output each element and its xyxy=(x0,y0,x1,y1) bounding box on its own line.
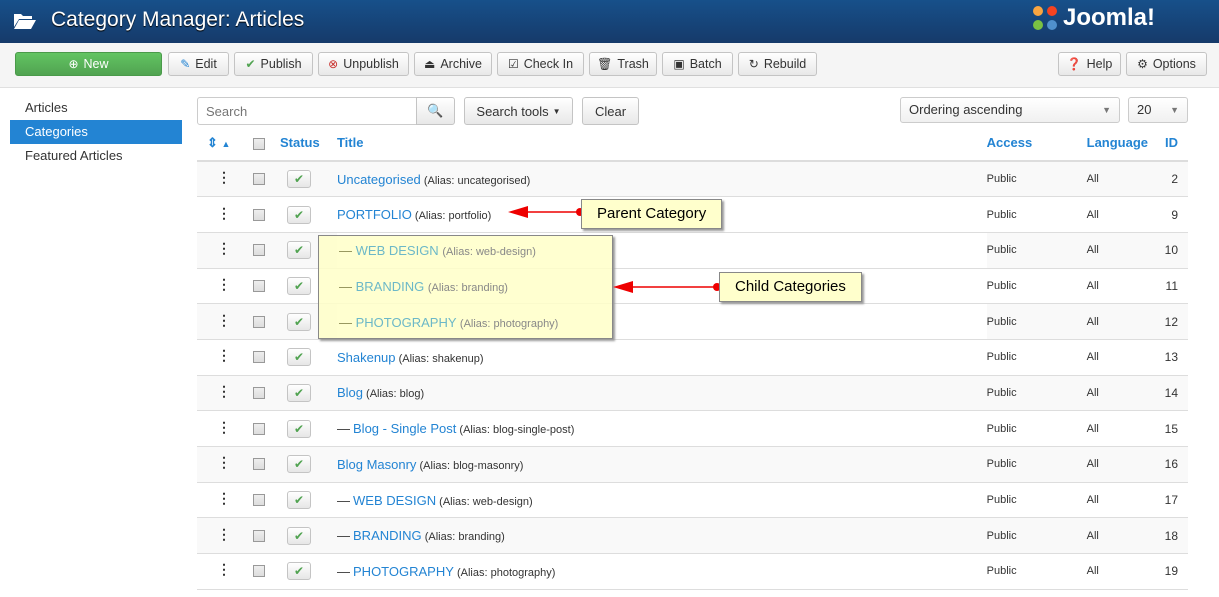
parent-category-callout: Parent Category xyxy=(581,199,723,229)
child-categories-callout: Child Categories xyxy=(719,272,862,302)
parent-arrowhead xyxy=(508,206,528,218)
child-arrowhead xyxy=(613,281,633,293)
annotation-arrows xyxy=(508,206,721,293)
